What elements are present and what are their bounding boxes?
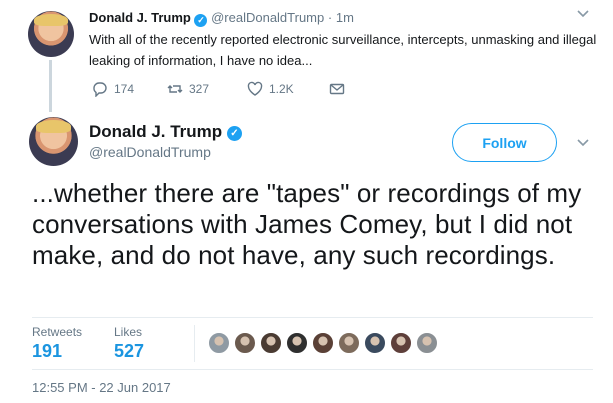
liker-7-avatar[interactable] [363, 331, 387, 355]
main-author-name[interactable]: Donald J. Trump [89, 122, 222, 141]
liker-avatars [207, 331, 439, 355]
reply-chevron-down-icon[interactable] [576, 6, 590, 25]
reply-count: 174 [114, 82, 135, 96]
liker-8-avatar[interactable] [389, 331, 413, 355]
liker-4-avatar[interactable] [285, 331, 309, 355]
likes-value: 527 [114, 341, 145, 361]
retweet-count: 327 [189, 82, 210, 96]
reply-header: Donald J. Trump ✓ @realDonaldTrump · 1m [89, 10, 354, 27]
likes-stat[interactable]: Likes 527 [114, 325, 144, 362]
like-count: 1.2K [269, 82, 294, 96]
direct-message-action[interactable] [329, 81, 345, 97]
reply-text: With all of the recently reported electr… [89, 32, 597, 68]
verified-icon: ✓ [226, 126, 242, 141]
heart-icon [247, 81, 263, 96]
main-tweet-text: ...whether there are "tapes" or recordin… [32, 178, 582, 270]
main-author-name-row: Donald J. Trump ✓ [89, 122, 242, 142]
stats-divider-top [32, 317, 593, 318]
stats-vertical-divider [194, 325, 195, 362]
reply-author-handle[interactable]: @realDonaldTrump [211, 10, 324, 25]
retweets-label: Retweets [32, 325, 83, 339]
like-action[interactable]: 1.2K [247, 81, 294, 97]
liker-6-avatar[interactable] [337, 331, 361, 355]
envelope-icon [329, 83, 345, 95]
reply-avatar[interactable] [28, 11, 74, 57]
main-avatar[interactable] [29, 117, 78, 166]
liker-2-avatar[interactable] [233, 331, 257, 355]
liker-3-avatar[interactable] [259, 331, 283, 355]
likes-label: Likes [114, 325, 143, 339]
follow-button[interactable]: Follow [452, 123, 557, 162]
liker-9-avatar[interactable] [415, 331, 439, 355]
main-tweet-timestamp[interactable]: 12:55 PM - 22 Jun 2017 [32, 380, 171, 395]
reply-dot-separator: · [327, 10, 333, 25]
retweets-value: 191 [32, 341, 63, 361]
reply-icon [93, 82, 107, 97]
retweet-icon [167, 85, 183, 93]
verified-icon: ✓ [194, 14, 208, 27]
reply-action[interactable]: 174 [92, 81, 134, 97]
thread-connector [49, 60, 52, 112]
liker-5-avatar[interactable] [311, 331, 335, 355]
main-author-handle[interactable]: @realDonaldTrump [89, 144, 211, 160]
main-chevron-down-icon[interactable] [576, 135, 590, 154]
liker-1-avatar[interactable] [207, 331, 231, 355]
reply-timestamp[interactable]: 1m [336, 10, 354, 25]
stats-divider-bottom [32, 369, 593, 370]
retweet-action[interactable]: 327 [167, 81, 209, 97]
reply-author-name[interactable]: Donald J. Trump [89, 10, 191, 25]
retweets-stat[interactable]: Retweets 191 [32, 325, 82, 362]
